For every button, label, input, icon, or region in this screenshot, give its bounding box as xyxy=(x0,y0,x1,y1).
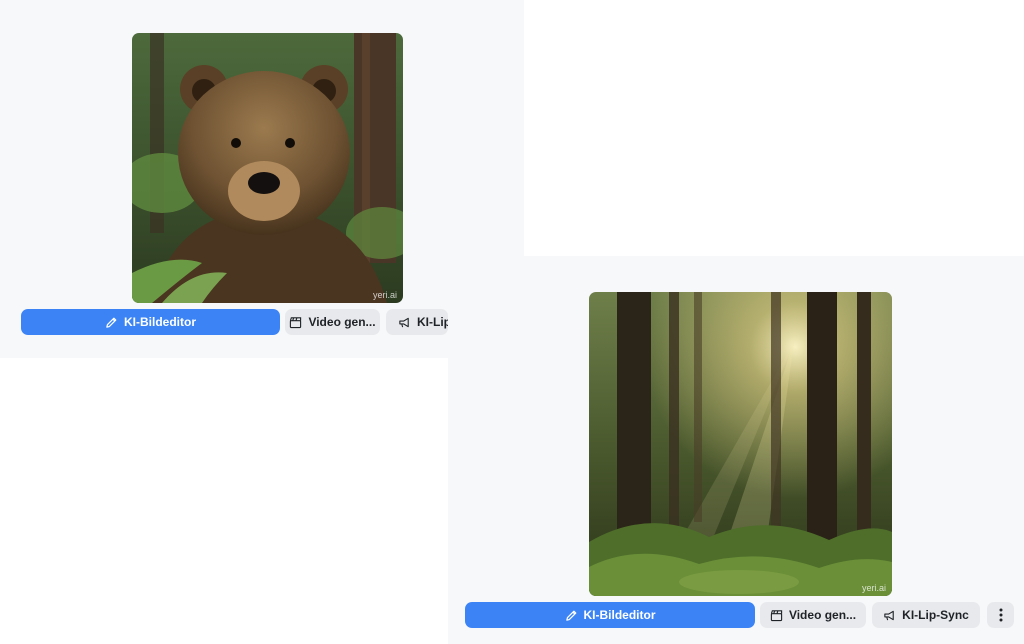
video-generate-button[interactable]: Video gen... xyxy=(285,309,380,335)
megaphone-icon xyxy=(398,316,411,329)
clapperboard-icon xyxy=(289,316,302,329)
pencil-icon xyxy=(105,316,118,329)
ai-lip-sync-button[interactable]: KI-Lip-S xyxy=(386,309,448,335)
generated-image-forest[interactable]: yeri.ai xyxy=(589,292,892,596)
ai-image-editor-button[interactable]: KI-Bildeditor xyxy=(21,309,280,335)
megaphone-icon xyxy=(883,609,896,622)
ai-lip-sync-button[interactable]: KI-Lip-Sync xyxy=(872,602,980,628)
result-card-bear: yeri.ai KI-Bildeditor Video gen... KI-Li… xyxy=(0,0,524,358)
ai-image-editor-label: KI-Bildeditor xyxy=(583,608,656,622)
ai-image-editor-label: KI-Bildeditor xyxy=(124,315,196,329)
ai-image-editor-button[interactable]: KI-Bildeditor xyxy=(465,602,755,628)
video-generate-label: Video gen... xyxy=(788,608,857,622)
image-watermark: yeri.ai xyxy=(372,290,397,300)
ai-lip-sync-label: KI-Lip-Sync xyxy=(902,608,969,622)
video-generate-label: Video gen... xyxy=(308,315,376,329)
generated-image-bear[interactable]: yeri.ai xyxy=(132,33,403,303)
forest-image-illustration xyxy=(589,292,892,596)
clapperboard-icon xyxy=(770,609,783,622)
video-generate-button[interactable]: Video gen... xyxy=(760,602,866,628)
ai-lip-sync-label: KI-Lip-S xyxy=(417,315,448,329)
pencil-icon xyxy=(565,609,578,622)
image-watermark: yeri.ai xyxy=(861,583,886,593)
bear-image-illustration xyxy=(132,33,403,303)
more-options-button[interactable] xyxy=(987,602,1014,628)
result-card-forest: yeri.ai KI-Bildeditor Video gen... KI-Li… xyxy=(448,256,1024,644)
more-vertical-icon xyxy=(999,608,1003,622)
